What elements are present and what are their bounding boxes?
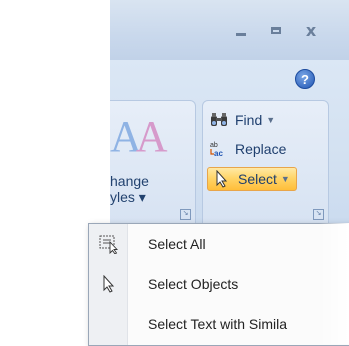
change-styles-line2: yles ▾ [110, 189, 146, 205]
menu-item-label: Select Text with Simila [148, 316, 288, 332]
minimize-icon [236, 32, 246, 36]
close-icon: x [305, 20, 317, 40]
dialog-launcher-icon[interactable]: ↘ [180, 209, 191, 220]
select-dropdown-menu: Select All Select Objects Select Text wi… [88, 223, 349, 346]
menu-item-select-all[interactable]: Select All [89, 226, 349, 262]
menu-item-select-objects[interactable]: Select Objects [89, 266, 349, 302]
window-titlebar: x [110, 0, 349, 60]
maximize-icon [271, 26, 281, 34]
menu-item-label: Select All [148, 236, 206, 252]
change-styles-icon[interactable]: AA [110, 111, 168, 162]
menu-item-select-text-with-similar-formatting[interactable]: Select Text with Simila [89, 306, 349, 342]
select-button[interactable]: Select ▼ [207, 167, 297, 191]
cursor-arrow-icon [212, 170, 232, 188]
replace-button[interactable]: ab ac Replace [209, 138, 286, 160]
maximize-button[interactable] [265, 20, 287, 40]
find-button[interactable]: Find ▼ [209, 109, 275, 131]
svg-text:ab: ab [210, 142, 218, 149]
close-button[interactable]: x [300, 20, 322, 40]
select-label: Select [238, 171, 277, 187]
select-all-icon [99, 234, 119, 254]
dialog-launcher-icon[interactable]: ↘ [313, 209, 324, 220]
svg-text:ac: ac [214, 149, 223, 158]
minimize-button[interactable] [230, 20, 252, 40]
replace-icon: ab ac [209, 140, 229, 158]
styles-group: AA hange yles ▾ ↘ [110, 100, 196, 232]
editing-group: Find ▼ ab ac Replace Select ▼ ↘ [202, 100, 329, 232]
change-styles-label[interactable]: hange yles ▾ [110, 173, 149, 205]
replace-label: Replace [235, 141, 287, 157]
binoculars-icon [209, 111, 229, 129]
change-styles-line1: hange [110, 173, 149, 189]
menu-item-label: Select Objects [148, 276, 239, 292]
help-icon[interactable]: ? [295, 69, 315, 89]
find-label: Find [235, 112, 263, 128]
chevron-down-icon: ▼ [280, 174, 290, 184]
cursor-arrow-icon [99, 274, 119, 294]
chevron-down-icon: ▼ [266, 115, 276, 125]
